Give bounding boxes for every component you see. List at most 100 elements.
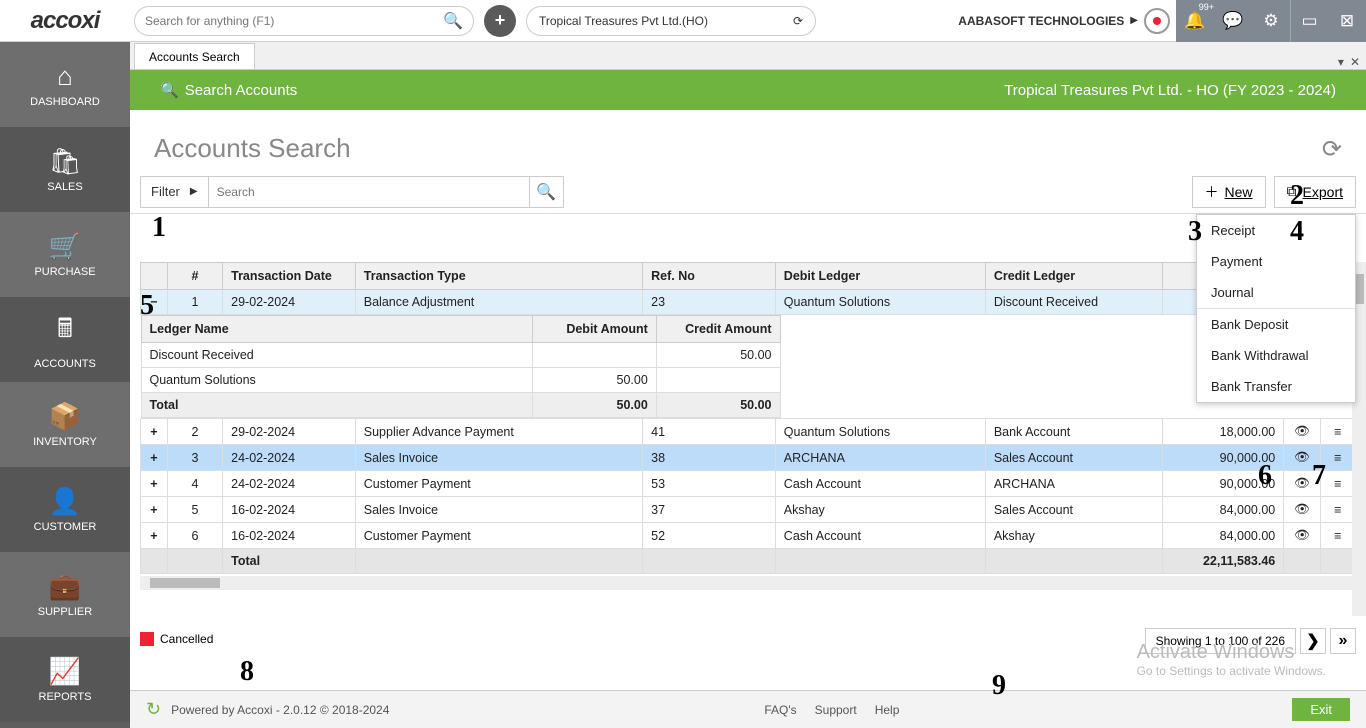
table-row[interactable]: + 5 16-02-2024 Sales Invoice 37 Akshay S… (141, 497, 1356, 523)
filter-box: Filter▶ 🔍 (140, 176, 564, 208)
new-menu-receipt[interactable]: Receipt (1197, 215, 1355, 246)
filter-button[interactable]: Filter▶ (141, 176, 209, 208)
cell-type: Customer Payment (355, 523, 642, 549)
view-icon[interactable]: 👁 (1284, 497, 1320, 523)
new-menu-journal[interactable]: Journal (1197, 277, 1355, 308)
add-button[interactable]: + (484, 5, 516, 37)
powered-by: Powered by Accoxi - 2.0.12 © 2018-2024 (171, 703, 389, 717)
activate-windows-watermark: Activate Windows Go to Settings to activ… (1137, 641, 1326, 678)
cell-ref: 52 (643, 523, 776, 549)
sidebar-item-accounts[interactable]: 🖩ACCOUNTS (0, 297, 130, 382)
sidebar-item-label: ACCOUNTS (34, 358, 96, 370)
table-row[interactable]: + 4 24-02-2024 Customer Payment 53 Cash … (141, 471, 1356, 497)
annotation-1: 1 (152, 212, 166, 244)
ledger-name: Quantum Solutions (141, 368, 533, 393)
sidebar-item-inventory[interactable]: 📦INVENTORY (0, 382, 130, 467)
sidebar-item-reports[interactable]: 📈REPORTS (0, 637, 130, 722)
minimize-icon[interactable]: ▭ (1290, 0, 1328, 42)
refresh-icon[interactable]: ⟳ (793, 14, 803, 28)
table-wrap: # Transaction Date Transaction Type Ref.… (140, 262, 1356, 616)
tab-accounts-search[interactable]: Accounts Search (134, 43, 255, 69)
view-icon[interactable]: 👁 (1284, 523, 1320, 549)
ledger-detail: Ledger NameDebit AmountCredit Amount Dis… (141, 315, 1356, 418)
pager-last[interactable]: » (1330, 628, 1356, 654)
expander[interactable]: + (141, 445, 168, 471)
new-label: New (1225, 184, 1253, 200)
cell-date: 16-02-2024 (223, 497, 356, 523)
tabrow: Accounts Search ▾ ✕ (130, 42, 1366, 70)
sidebar-item-sales[interactable]: 🛍SALES (0, 127, 130, 212)
tab-dropdown-icon[interactable]: ▾ (1338, 55, 1344, 69)
bell-icon[interactable]: 🔔99+ (1176, 0, 1214, 42)
tab-close-icon[interactable]: ✕ (1350, 55, 1360, 69)
total-amt: 22,11,583.46 (1162, 549, 1284, 574)
table-row[interactable]: + 2 29-02-2024 Supplier Advance Payment … (141, 419, 1356, 445)
filter-search-button[interactable]: 🔍 (529, 176, 563, 208)
faq-link[interactable]: FAQ's (764, 703, 796, 717)
search-icon[interactable]: 🔍 (443, 11, 463, 31)
annotation-7: 7 (1312, 460, 1326, 492)
page-title: Accounts Search (154, 133, 351, 164)
sidebar-item-dashboard[interactable]: ⌂DASHBOARD (0, 42, 130, 127)
cell-credit: Akshay (985, 523, 1162, 549)
col-debit[interactable]: Debit Ledger (775, 263, 985, 290)
chat-icon[interactable]: 💬 (1214, 0, 1252, 42)
cell-amt: 84,000.00 (1162, 523, 1284, 549)
cart-icon: 🛒 (49, 231, 81, 262)
table-row[interactable]: + 6 16-02-2024 Customer Payment 52 Cash … (141, 523, 1356, 549)
table-row[interactable]: + 3 24-02-2024 Sales Invoice 38 ARCHANA … (141, 445, 1356, 471)
person-icon: 👤 (49, 486, 81, 517)
close-icon[interactable]: ⊠ (1328, 0, 1366, 42)
cell-ref: 38 (643, 445, 776, 471)
sidebar-item-purchase[interactable]: 🛒PURCHASE (0, 212, 130, 297)
support-link[interactable]: Support (815, 703, 857, 717)
expander[interactable]: + (141, 523, 168, 549)
new-menu-bank-transfer[interactable]: Bank Transfer (1197, 371, 1355, 402)
gear-icon[interactable]: ⚙ (1252, 0, 1290, 42)
annotation-2: 2 (1290, 180, 1304, 212)
cell-num: 1 (167, 290, 222, 315)
col-ref[interactable]: Ref. No (643, 263, 776, 290)
help-link[interactable]: Help (875, 703, 900, 717)
table-row[interactable]: − 1 29-02-2024 Balance Adjustment 23 Qua… (141, 290, 1356, 315)
legend-swatch (140, 632, 154, 646)
global-search[interactable]: 🔍 (134, 6, 474, 36)
expander[interactable]: + (141, 419, 168, 445)
ledger-row: Discount Received50.00 (141, 343, 780, 368)
avatar[interactable] (1144, 8, 1170, 34)
view-icon[interactable]: 👁 (1284, 419, 1320, 445)
global-search-input[interactable] (145, 14, 443, 28)
filter-search-input[interactable] (209, 177, 529, 207)
cell-credit: Sales Account (985, 445, 1162, 471)
expander[interactable]: + (141, 497, 168, 523)
new-button[interactable]: ＋ New (1192, 176, 1266, 208)
more-icon[interactable]: ≡ (1320, 419, 1355, 445)
plus-icon: ＋ (1205, 182, 1219, 202)
sidebar-item-supplier[interactable]: 💼SUPPLIER (0, 552, 130, 637)
expander[interactable]: + (141, 471, 168, 497)
new-menu-bank-deposit[interactable]: Bank Deposit (1197, 308, 1355, 340)
horizontal-scrollbar[interactable] (140, 576, 1356, 590)
filter-label: Filter (151, 184, 180, 199)
transactions-table: # Transaction Date Transaction Type Ref.… (140, 262, 1356, 574)
col-date[interactable]: Transaction Date (223, 263, 356, 290)
sidebar-item-customer[interactable]: 👤CUSTOMER (0, 467, 130, 552)
more-icon[interactable]: ≡ (1320, 523, 1355, 549)
export-button[interactable]: ⧉Export (1274, 176, 1356, 208)
more-icon[interactable]: ≡ (1320, 497, 1355, 523)
col-num[interactable]: # (167, 263, 222, 290)
col-credit[interactable]: Credit Ledger (985, 263, 1162, 290)
col-type[interactable]: Transaction Type (355, 263, 642, 290)
company-selector[interactable]: Tropical Treasures Pvt Ltd.(HO) ⟳ (526, 6, 816, 36)
ledger-row: Quantum Solutions50.00 (141, 368, 780, 393)
cell-type: Balance Adjustment (355, 290, 642, 315)
refresh-button[interactable]: ⟳ (1322, 135, 1342, 164)
new-menu-bank-withdrawal[interactable]: Bank Withdrawal (1197, 340, 1355, 371)
cell-credit: Bank Account (985, 419, 1162, 445)
ledger-debit (533, 343, 657, 368)
new-menu-payment[interactable]: Payment (1197, 246, 1355, 277)
exit-button[interactable]: Exit (1292, 698, 1350, 721)
legend-cancelled: Cancelled (140, 632, 213, 646)
cell-debit: Quantum Solutions (775, 290, 985, 315)
user-company-label[interactable]: AABASOFT TECHNOLOGIES (958, 14, 1124, 28)
